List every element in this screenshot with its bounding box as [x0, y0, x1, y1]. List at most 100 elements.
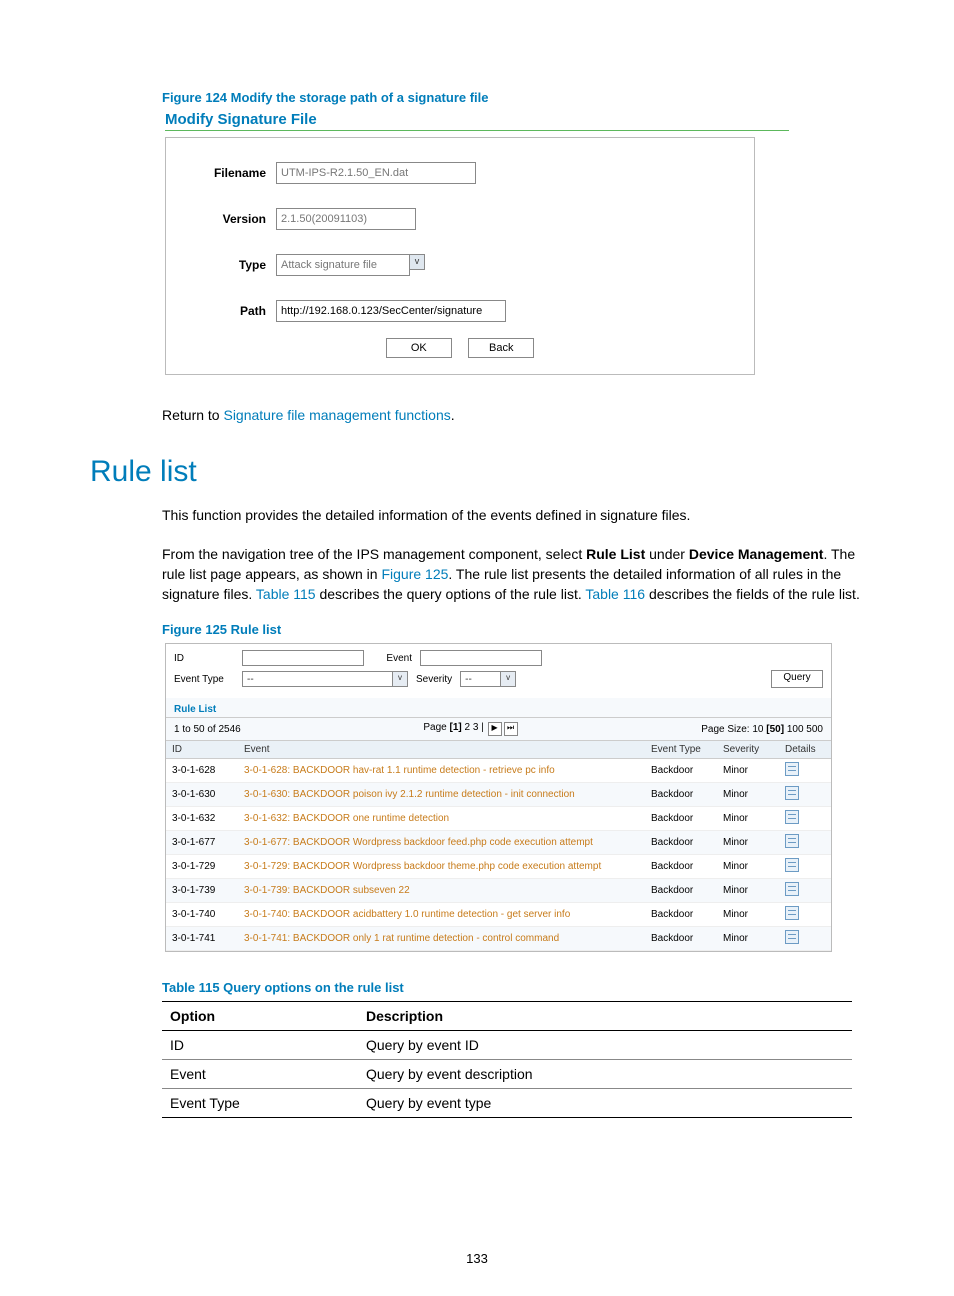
cell-event[interactable]: 3-0-1-677: BACKDOOR Wordpress backdoor f… — [238, 831, 645, 855]
pager-next-icon[interactable]: ▶ — [488, 722, 502, 736]
cell-event[interactable]: 3-0-1-739: BACKDOOR subseven 22 — [238, 879, 645, 903]
table-row: 3-0-1-6283-0-1-628: BACKDOOR hav-rat 1.1… — [166, 759, 831, 783]
cell-details[interactable] — [779, 807, 831, 831]
cell-severity: Minor — [717, 759, 779, 783]
details-icon[interactable] — [785, 882, 799, 896]
table-115-caption: Table 115 Query options on the rule list — [162, 980, 864, 995]
type-field: Attack signature file — [276, 254, 410, 276]
cell-details[interactable] — [779, 783, 831, 807]
table-row: 3-0-1-7293-0-1-729: BACKDOOR Wordpress b… — [166, 855, 831, 879]
back-button[interactable]: Back — [468, 338, 534, 358]
cell-eventtype: Backdoor — [645, 759, 717, 783]
filter-eventtype-select[interactable]: -- v — [242, 671, 408, 687]
cell-event[interactable]: 3-0-1-630: BACKDOOR poison ivy 2.1.2 run… — [238, 783, 645, 807]
cell-details[interactable] — [779, 759, 831, 783]
cell-severity: Minor — [717, 831, 779, 855]
cell-desc: Query by event description — [358, 1060, 852, 1089]
rule-list-table: ID Event Event Type Severity Details 3-0… — [166, 741, 831, 951]
cell-details[interactable] — [779, 831, 831, 855]
cell-event[interactable]: 3-0-1-741: BACKDOOR only 1 rat runtime d… — [238, 927, 645, 951]
signature-file-mgmt-link[interactable]: Signature file management functions — [223, 407, 450, 423]
cell-id: 3-0-1-729 — [166, 855, 238, 879]
filter-event-label: Event — [372, 653, 412, 664]
cell-id: 3-0-1-741 — [166, 927, 238, 951]
cell-eventtype: Backdoor — [645, 807, 717, 831]
details-icon[interactable] — [785, 906, 799, 920]
figure-124-caption: Figure 124 Modify the storage path of a … — [162, 90, 864, 105]
query-button[interactable]: Query — [771, 670, 823, 688]
details-icon[interactable] — [785, 810, 799, 824]
path-field[interactable]: http://192.168.0.123/SecCenter/signature — [276, 300, 506, 322]
filter-event-input[interactable] — [420, 650, 542, 666]
cell-event[interactable]: 3-0-1-632: BACKDOOR one runtime detectio… — [238, 807, 645, 831]
cell-id: 3-0-1-740 — [166, 903, 238, 927]
cell-event[interactable]: 3-0-1-740: BACKDOOR acidbattery 1.0 runt… — [238, 903, 645, 927]
table-116-link[interactable]: Table 116 — [585, 586, 645, 602]
details-icon[interactable] — [785, 834, 799, 848]
cell-event[interactable]: 3-0-1-729: BACKDOOR Wordpress backdoor t… — [238, 855, 645, 879]
p2-bold1: Rule List — [586, 546, 645, 562]
figure-125-caption: Figure 125 Rule list — [162, 622, 864, 637]
details-icon[interactable] — [785, 762, 799, 776]
filter-id-label: ID — [174, 653, 234, 664]
cell-details[interactable] — [779, 903, 831, 927]
cell-id: 3-0-1-628 — [166, 759, 238, 783]
filter-id-input[interactable] — [242, 650, 364, 666]
cell-severity: Minor — [717, 927, 779, 951]
return-suffix: . — [451, 407, 455, 423]
para-2: From the navigation tree of the IPS mana… — [162, 544, 862, 605]
figure-125-link[interactable]: Figure 125 — [381, 566, 448, 582]
cell-id: 3-0-1-739 — [166, 879, 238, 903]
rule-list-title: Rule List — [166, 698, 831, 718]
details-icon[interactable] — [785, 930, 799, 944]
filter-severity-select[interactable]: -- v — [460, 671, 516, 687]
table-115-link[interactable]: Table 115 — [256, 586, 316, 602]
panel-title-modify-signature-file: Modify Signature File — [165, 111, 864, 128]
pager-last-icon[interactable]: ⏭ — [504, 722, 518, 736]
p2-seg2: under — [645, 546, 689, 562]
panel-divider — [165, 130, 789, 131]
col-severity[interactable]: Severity — [717, 741, 779, 759]
cell-eventtype: Backdoor — [645, 855, 717, 879]
cell-option: ID — [162, 1031, 358, 1060]
pager-rest[interactable]: 2 3 | — [462, 722, 487, 733]
version-field: 2.1.50(20091103) — [276, 208, 416, 230]
cell-severity: Minor — [717, 903, 779, 927]
rule-list-pager: 1 to 50 of 2546 Page [1] 2 3 | ▶⏭ Page S… — [166, 718, 831, 741]
p2-seg6: describes the fields of the rule list. — [645, 586, 860, 602]
col-event[interactable]: Event — [238, 741, 645, 759]
cell-details[interactable] — [779, 879, 831, 903]
cell-severity: Minor — [717, 807, 779, 831]
cell-id: 3-0-1-630 — [166, 783, 238, 807]
col-id[interactable]: ID — [166, 741, 238, 759]
cell-event[interactable]: 3-0-1-628: BACKDOOR hav-rat 1.1 runtime … — [238, 759, 645, 783]
pagesize-10[interactable]: 10 — [752, 724, 763, 735]
cell-eventtype: Backdoor — [645, 903, 717, 927]
row-filename: Filename UTM-IPS-R2.1.50_EN.dat — [186, 162, 734, 184]
return-text: Return to Signature file management func… — [162, 405, 862, 425]
chevron-down-icon[interactable]: v — [409, 254, 425, 270]
return-prefix: Return to — [162, 407, 223, 423]
p2-seg1: From the navigation tree of the IPS mana… — [162, 546, 586, 562]
cell-severity: Minor — [717, 855, 779, 879]
cell-severity: Minor — [717, 783, 779, 807]
cell-details[interactable] — [779, 927, 831, 951]
page-number: 133 — [0, 1251, 954, 1266]
cell-details[interactable] — [779, 855, 831, 879]
col-eventtype[interactable]: Event Type — [645, 741, 717, 759]
chevron-down-icon: v — [392, 672, 407, 686]
pager-range: 1 to 50 of 2546 — [174, 724, 241, 735]
cell-eventtype: Backdoor — [645, 831, 717, 855]
table-115: Option Description IDQuery by event IDEv… — [162, 1001, 852, 1118]
pagesize-100[interactable]: 100 — [787, 724, 804, 735]
rule-list-panel: ID Event Event Type -- v Severity -- v Q… — [165, 643, 832, 952]
row-type: Type Attack signature file v — [186, 254, 734, 276]
ok-button[interactable]: OK — [386, 338, 452, 358]
filename-label: Filename — [186, 166, 276, 180]
cell-option: Event — [162, 1060, 358, 1089]
pagesize-500[interactable]: 500 — [804, 724, 823, 735]
details-icon[interactable] — [785, 858, 799, 872]
cell-eventtype: Backdoor — [645, 927, 717, 951]
details-icon[interactable] — [785, 786, 799, 800]
filter-eventtype-label: Event Type — [174, 674, 234, 685]
